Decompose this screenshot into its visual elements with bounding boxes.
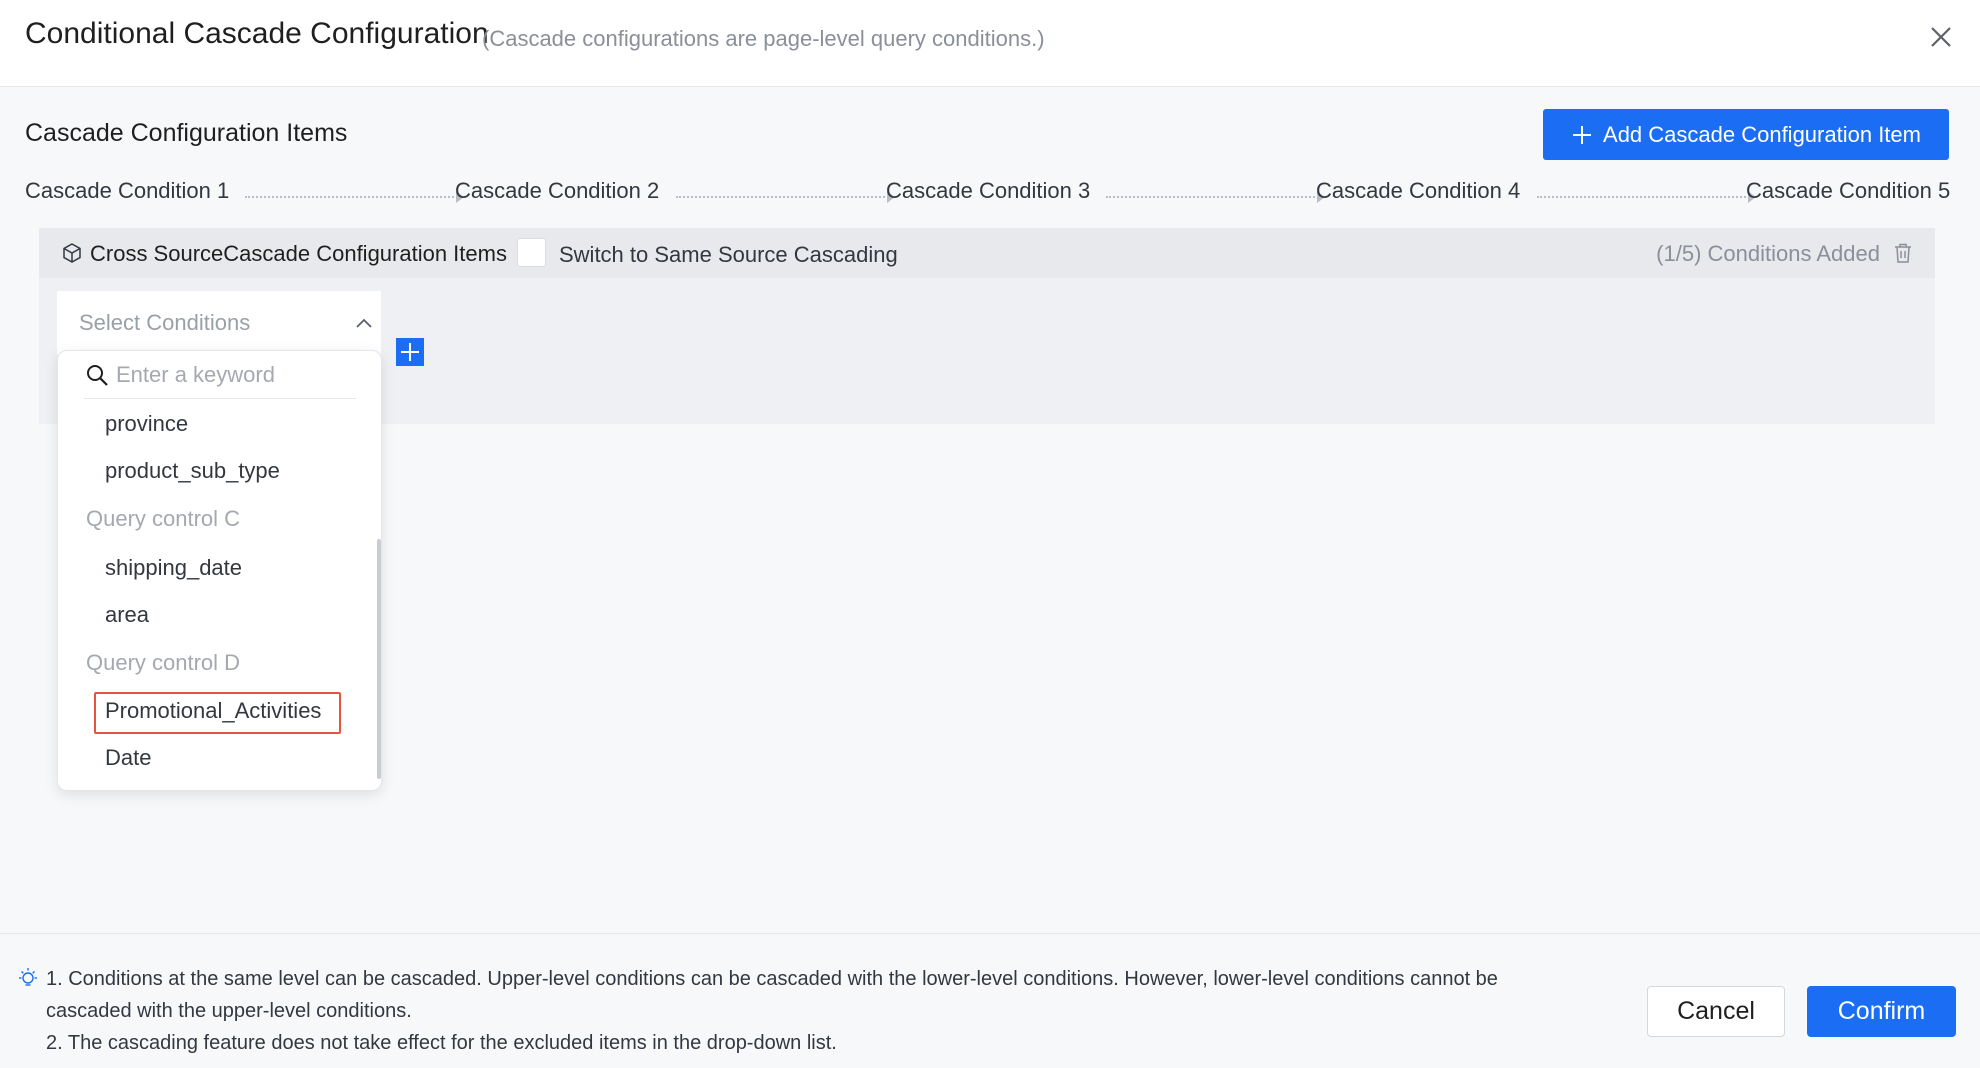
cube-icon [63, 243, 81, 263]
close-button[interactable] [1924, 20, 1958, 54]
note-line-2: cascaded with the upper-level conditions… [46, 1000, 412, 1022]
config-label: Cross SourceCascade Configuration Items [90, 241, 507, 266]
step-connector [1106, 191, 1325, 203]
dialog-subtitle: (Cascade configurations are page-level q… [482, 26, 1045, 51]
dropdown-option-date[interactable]: Date [105, 745, 151, 771]
dropdown-option-promotional-activities[interactable]: Promotional_Activities [105, 698, 321, 724]
search-icon [87, 365, 108, 386]
dialog-header: Conditional Cascade Configuration (Casca… [0, 0, 1980, 87]
cancel-button[interactable]: Cancel [1647, 986, 1785, 1037]
switch-label: Switch to Same Source Cascading [559, 242, 898, 267]
step-3: Cascade Condition 3 [886, 178, 1091, 203]
dropdown-group-query-control-d: Query control D [86, 650, 241, 675]
step-connector [676, 191, 895, 203]
dialog-footer: 1. Conditions at the same level can be c… [0, 933, 1980, 1068]
dropdown-option-product-sub-type[interactable]: product_sub_type [105, 458, 280, 484]
conditions-count: (1/5) Conditions Added [1656, 241, 1880, 266]
step-connector [1537, 191, 1756, 203]
step-4: Cascade Condition 4 [1316, 178, 1521, 203]
step-1: Cascade Condition 1 [25, 178, 230, 203]
chevron-up-icon [356, 318, 372, 328]
same-source-checkbox[interactable] [517, 238, 546, 267]
plus-icon [401, 343, 419, 361]
add-cascade-item-button[interactable]: Add Cascade Configuration Item [1543, 109, 1949, 160]
dialog-title: Conditional Cascade Configuration [25, 17, 489, 50]
step-2: Cascade Condition 2 [455, 178, 660, 203]
select-conditions-dropdown[interactable]: Select Conditions [57, 291, 381, 355]
note-line-3: 2. The cascading feature does not take e… [46, 1032, 837, 1054]
lightbulb-icon [19, 968, 37, 986]
add-button-label: Add Cascade Configuration Item [1603, 121, 1921, 147]
dropdown-option-area[interactable]: area [105, 602, 149, 628]
dropdown-option-province[interactable]: province [105, 411, 188, 437]
note-line-1: 1. Conditions at the same level can be c… [46, 968, 1498, 990]
dropdown-group-query-control-c: Query control C [86, 506, 241, 531]
search-divider [84, 398, 356, 399]
plus-icon [1573, 125, 1592, 144]
cascade-steps: Cascade Condition 1 Cascade Condition 2 … [25, 178, 1950, 212]
trash-icon[interactable] [1893, 242, 1913, 264]
step-connector [245, 191, 464, 203]
add-condition-button[interactable] [396, 338, 424, 366]
dropdown-scrollbar[interactable] [377, 539, 381, 779]
close-icon [1931, 27, 1951, 47]
keyword-search-input[interactable] [116, 359, 356, 391]
dropdown-option-shipping-date[interactable]: shipping_date [105, 555, 242, 581]
config-header: Cross SourceCascade Configuration Items … [39, 228, 1935, 278]
confirm-button[interactable]: Confirm [1807, 986, 1956, 1037]
select-placeholder: Select Conditions [79, 310, 251, 335]
conditions-dropdown-menu: province product_sub_type Query control … [57, 350, 382, 791]
step-5: Cascade Condition 5 [1746, 178, 1951, 203]
section-title: Cascade Configuration Items [25, 119, 348, 147]
